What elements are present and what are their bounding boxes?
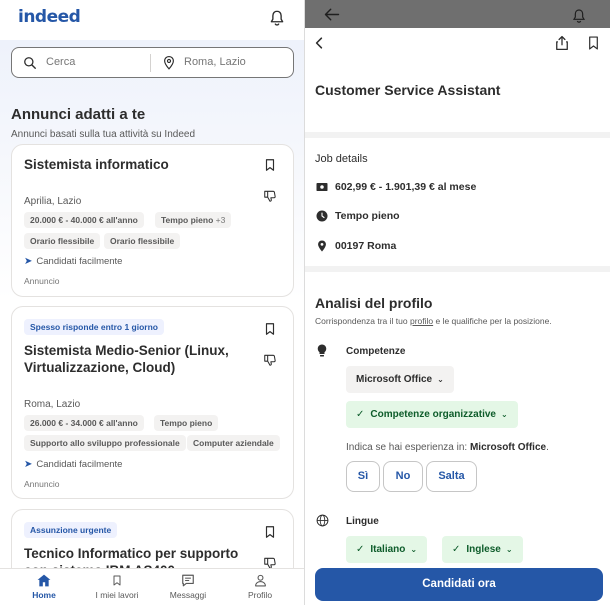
skills-label: Competenze [346,346,406,357]
thumbs-down-icon[interactable] [263,189,277,203]
indeed-logo[interactable]: indeed [18,7,81,27]
chevron-down-icon: ⌄ [500,410,508,419]
location-value: 00197 Roma [335,240,397,252]
job-detail-screen: Customer Service Assistant Job details 6… [305,0,610,605]
experience-question: Indica se hai esperienza in: Microsoft O… [346,442,549,453]
bell-icon[interactable] [268,9,286,27]
globe-icon [316,514,329,527]
bottom-navigation: Home I miei lavori Messaggi Profilo [0,568,304,605]
thumbs-down-icon[interactable] [263,353,277,367]
chevron-down-icon: ⌄ [410,545,418,554]
location-pin-icon [164,55,174,70]
nav-my-jobs[interactable]: I miei lavori [82,574,152,600]
bookmark-icon[interactable] [587,35,600,51]
response-badge: Spesso risponde entro 1 giorno [24,319,164,335]
bookmark-icon[interactable] [263,525,277,539]
check-icon: ✓ [356,409,365,420]
answer-no-button[interactable]: No [383,461,423,492]
send-icon: ➤ [24,459,33,470]
skill-chip-organizational[interactable]: ✓ Competenze organizzative ⌄ [346,401,518,428]
lightbulb-icon [317,344,327,357]
chevron-down-icon: ⌄ [505,545,513,554]
dimmed-app-bar [305,0,610,28]
clock-icon [316,210,328,222]
job-header-section [305,28,610,132]
job-title[interactable]: Sistemista Medio-Senior (Linux, Virtuali… [24,342,249,376]
salary-value: 602,99 € - 1.901,39 € al mese [335,181,477,193]
benefit-tag: Supporto allo sviluppo professionale [24,435,186,451]
job-type-tag: Tempo pieno [154,415,219,431]
salary-tag: 26.000 € - 34.000 € all'anno [24,415,144,431]
bookmark-icon [113,575,121,586]
bell-icon[interactable] [571,8,587,24]
search-bar[interactable]: Cerca Roma, Lazio [11,47,294,78]
profile-analysis-subtitle: Corrispondenza tra il tuo profilo e le q… [315,316,552,326]
chevron-down-icon: ⌄ [437,375,444,384]
job-title[interactable]: Sistemista informatico [24,156,249,173]
share-icon[interactable] [555,35,569,51]
job-type-tag: Tempo pieno +3 [155,212,232,228]
top-bar: indeed [0,0,304,40]
apply-now-button[interactable]: Candidati ora [315,568,603,601]
message-icon [182,574,194,587]
job-card[interactable]: Spesso risponde entro 1 giorno Sistemist… [11,306,294,499]
job-details-section: Job details 602,99 € - 1.901,39 € al mes… [305,138,610,266]
section-title: Annunci adatti a te [11,106,146,123]
salary-icon [316,183,328,191]
job-location: Roma, Lazio [24,399,81,410]
home-icon [37,574,51,587]
job-details-heading: Job details [315,153,368,165]
section-subtitle: Annunci basati sulla tua attività su Ind… [11,129,196,140]
chevron-left-icon[interactable] [314,37,324,49]
urgent-badge: Assunzione urgente [24,522,118,538]
search-icon [24,57,36,69]
profile-analysis-heading: Analisi del profilo [315,295,433,311]
benefit-tag: Orario flessibile [24,233,101,249]
send-icon: ➤ [24,256,33,267]
easy-apply-label: ➤ Candidati facilmente [24,459,123,470]
job-detail-title: Customer Service Assistant [315,82,501,98]
search-divider [150,54,151,72]
bookmark-icon[interactable] [263,322,277,336]
benefit-tag: Computer aziendale [187,435,280,451]
language-chip-italian[interactable]: ✓ Italiano ⌄ [346,536,428,563]
search-where-input[interactable]: Roma, Lazio [184,56,246,68]
language-chip-english[interactable]: ✓ Inglese ⌄ [442,536,523,563]
nav-messages[interactable]: Messaggi [153,574,223,600]
skill-chip-microsoft-office[interactable]: Microsoft Office ⌄ [346,366,454,393]
job-location: Aprilia, Lazio [24,196,82,207]
benefit-tag: Orario flessibile [104,233,181,249]
job-feed-screen: indeed Cerca Roma, Lazio Annunci adatti … [0,0,304,605]
languages-label: Lingue [346,516,379,527]
sponsored-label: Annuncio [24,479,60,489]
back-arrow-icon[interactable] [324,8,340,21]
check-icon: ✓ [356,544,365,555]
bookmark-icon[interactable] [263,158,277,172]
nav-home[interactable]: Home [9,574,79,600]
nav-profile[interactable]: Profilo [225,574,295,600]
search-what-input[interactable]: Cerca [46,56,75,68]
salary-tag: 20.000 € - 40.000 € all'anno [24,212,144,228]
job-type-value: Tempo pieno [335,210,400,222]
answer-yes-button[interactable]: Sì [346,461,380,492]
sponsored-label: Annuncio [24,276,60,286]
check-icon: ✓ [452,544,461,555]
easy-apply-label: ➤ Candidati facilmente [24,256,123,267]
job-card[interactable]: Sistemista informatico Aprilia, Lazio 20… [11,144,294,297]
person-icon [254,574,266,587]
profile-link[interactable]: profilo [410,316,433,326]
location-pin-icon [318,240,326,252]
answer-skip-button[interactable]: Salta [426,461,477,492]
